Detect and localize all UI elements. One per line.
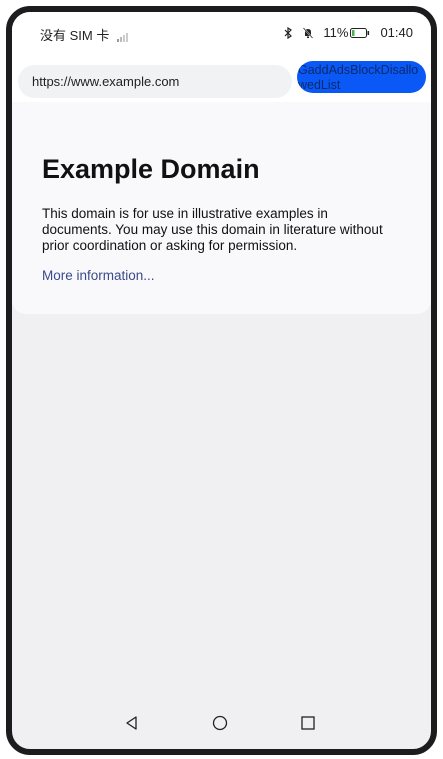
battery-percent: 11% (323, 25, 349, 40)
bell-muted-icon (303, 26, 314, 39)
ads-block-button[interactable]: GaddAdsBlockDisallowedList (297, 61, 426, 93)
battery-icon (350, 27, 370, 38)
recent-square-icon[interactable] (298, 713, 318, 733)
carrier-label: 没有 SIM 卡 (40, 28, 110, 43)
back-triangle-icon[interactable] (122, 713, 142, 733)
url-input[interactable] (18, 65, 292, 98)
page-description: This domain is for use in illustrative e… (42, 206, 383, 253)
more-information-link[interactable]: More information... (42, 268, 155, 283)
status-left: 没有 SIM 卡 (40, 25, 131, 44)
web-content: Example Domain This domain is for use in… (12, 102, 431, 314)
status-time: 01:40 (380, 25, 413, 40)
bluetooth-icon (284, 26, 293, 39)
browser-toolbar: GaddAdsBlockDisallowedList (12, 52, 431, 102)
status-right: 11% 01:40 (283, 25, 413, 40)
status-bar: 没有 SIM 卡 11% 01:40 (12, 12, 431, 52)
page-title: Example Domain (42, 154, 260, 184)
home-circle-icon[interactable] (210, 713, 230, 733)
signal-icon (116, 32, 128, 42)
phone-frame: 没有 SIM 卡 11% 01:40 https://www.example.c… (6, 6, 437, 755)
battery-group: 11% (323, 25, 370, 40)
navigation-bar (12, 701, 431, 749)
